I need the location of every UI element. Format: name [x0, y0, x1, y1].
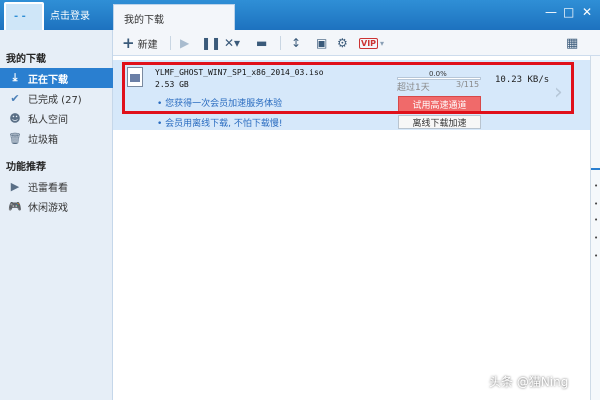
person-icon: ☻	[9, 111, 21, 125]
bullet: •	[594, 182, 599, 190]
sort-icon[interactable]: ↕	[291, 35, 301, 51]
check-icon: ✔	[10, 91, 20, 105]
start-icon[interactable]: ▶	[180, 35, 189, 51]
grid-view-icon[interactable]: ▦	[566, 35, 578, 51]
details-icon[interactable]: ▣	[316, 35, 327, 51]
sidebar-item-label: 私人空间	[28, 114, 68, 126]
sidebar-item-private-space[interactable]: ☻ 私人空间	[0, 108, 113, 128]
folder-icon[interactable]: ▬	[256, 35, 267, 51]
sidebar-item-label: 休闲游戏	[28, 202, 68, 214]
play-icon: ▶	[10, 179, 20, 193]
gear-icon[interactable]: ⚙	[337, 35, 348, 51]
right-panel-edge: • • • • •	[590, 56, 600, 400]
highlight-box	[122, 62, 574, 114]
plus-icon: +	[122, 34, 135, 52]
title-bar: - - 点击登录 我的下载 — □ ✕	[0, 0, 600, 34]
tab-label: 我的下载	[124, 15, 164, 26]
bullet: •	[594, 252, 599, 260]
new-task-label: 新建	[137, 39, 158, 51]
sidebar-item-label: 迅雷看看	[28, 182, 68, 194]
divider	[170, 36, 171, 50]
bullet: •	[594, 200, 599, 208]
maximize-icon[interactable]: □	[563, 6, 574, 18]
bullet: •	[594, 234, 599, 242]
toolbar: + 新建 ▶ ❚❚ ✕▾ ▬ ↕ ▣ ⚙ VIP ▾ ▦	[113, 30, 600, 56]
watermark: 头条 @猫Ning	[489, 375, 569, 389]
trash-icon: 🗑	[8, 131, 22, 145]
sidebar-item-casual-games[interactable]: 🎮 休闲游戏	[0, 196, 113, 216]
chevron-down-icon: ▾	[380, 38, 385, 48]
pause-icon[interactable]: ❚❚	[201, 35, 221, 51]
promo-offline[interactable]: • 会员用离线下载, 不怕下载慢!	[157, 116, 283, 129]
sidebar-item-downloading[interactable]: ⤓ 正在下载	[0, 68, 113, 88]
sidebar: 我的下载 ⤓ 正在下载 ✔ 已完成 (27) ☻ 私人空间 🗑 垃圾箱 功能推荐…	[0, 30, 113, 400]
gamepad-icon: 🎮	[8, 199, 22, 213]
bullet: •	[594, 216, 599, 224]
minimize-icon[interactable]: —	[545, 6, 557, 18]
sidebar-item-label: 已完成 (27)	[28, 94, 82, 106]
login-link[interactable]: 点击登录	[50, 7, 90, 22]
tab-my-downloads[interactable]: 我的下载	[113, 4, 235, 30]
section-recommended: 功能推荐	[6, 162, 46, 173]
sidebar-item-xunlei-kankan[interactable]: ▶ 迅雷看看	[0, 176, 113, 196]
new-task-button[interactable]: + 新建	[122, 34, 158, 52]
offline-accelerate-button[interactable]: 离线下载加速	[398, 115, 481, 129]
sidebar-item-trash[interactable]: 🗑 垃圾箱	[0, 128, 113, 148]
download-icon: ⤓	[12, 71, 18, 84]
delete-icon[interactable]: ✕▾	[224, 35, 240, 51]
face-icon: - -	[14, 11, 26, 22]
vip-menu[interactable]: VIP ▾	[359, 35, 384, 51]
divider	[280, 36, 281, 50]
accent-line	[591, 168, 600, 170]
close-icon[interactable]: ✕	[582, 6, 592, 18]
sidebar-item-completed[interactable]: ✔ 已完成 (27)	[0, 88, 113, 108]
sidebar-item-label: 垃圾箱	[28, 134, 58, 146]
download-list: YLMF_GHOST_WIN7_SP1_x86_2014_03.iso 2.53…	[113, 56, 590, 400]
vip-icon: VIP	[359, 37, 379, 49]
section-my-downloads: 我的下载	[6, 54, 46, 65]
sidebar-item-label: 正在下载	[28, 74, 68, 86]
